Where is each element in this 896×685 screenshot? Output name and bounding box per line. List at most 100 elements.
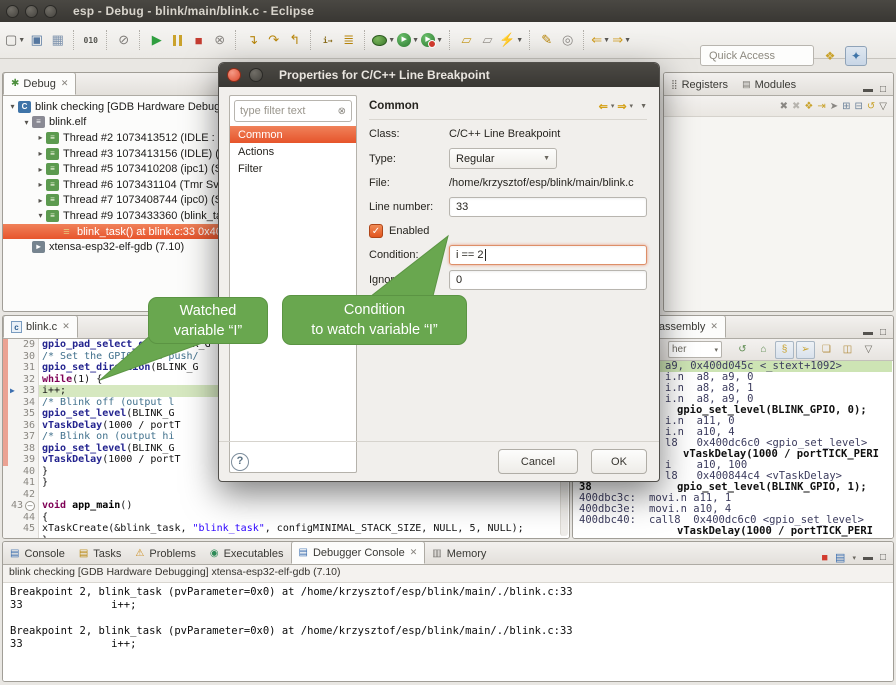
expander-icon[interactable]: ▸: [35, 133, 46, 142]
dialog-close-icon[interactable]: [227, 68, 241, 82]
open-folder-button[interactable]: ▱: [478, 29, 497, 51]
expander-icon[interactable]: ▾: [21, 118, 32, 127]
refresh-button[interactable]: ↺: [867, 101, 875, 112]
minimize-icon[interactable]: ▬: [863, 553, 873, 563]
chevron-down-icon[interactable]: ▾: [611, 102, 615, 110]
display-console-icon[interactable]: ▤: [835, 551, 845, 564]
maximize-icon[interactable]: □: [880, 328, 886, 338]
window-minimize-icon[interactable]: [25, 5, 38, 18]
chevron-down-icon[interactable]: ▾: [630, 102, 634, 110]
back-arrow-icon[interactable]: ⇐: [599, 100, 608, 113]
add-register-group-button[interactable]: ❖: [804, 101, 813, 112]
new-wizard-button[interactable]: ▢▼: [5, 29, 25, 51]
quick-access-input[interactable]: Quick Access: [700, 45, 814, 66]
open-perspective-icon[interactable]: ❖: [820, 47, 840, 65]
expander-icon[interactable]: ▸: [35, 165, 46, 174]
tab-modules[interactable]: ▤Modules: [735, 74, 803, 95]
tab-registers[interactable]: ⣿Registers: [664, 74, 735, 95]
save-all-button[interactable]: ▦: [48, 29, 67, 51]
minimize-icon[interactable]: ▬: [863, 85, 873, 95]
step-return-button[interactable]: ↰: [285, 29, 304, 51]
back-button[interactable]: ⇐▼: [591, 29, 610, 51]
location-combo[interactable]: her ▾: [668, 341, 722, 358]
remove-all-button[interactable]: ✖: [792, 101, 800, 112]
open-new-view-button[interactable]: ❏: [817, 341, 836, 359]
type-select[interactable]: Regular ▼: [449, 148, 557, 169]
debug-perspective-icon[interactable]: ✦: [845, 46, 867, 66]
console-output[interactable]: Breakpoint 2, blink_task (pvParameter=0x…: [3, 583, 893, 682]
disconnect-button[interactable]: ⊗: [210, 29, 229, 51]
tab-memory[interactable]: ▥Memory: [425, 543, 493, 564]
step-over-button[interactable]: ↷: [264, 29, 283, 51]
maximize-icon[interactable]: □: [880, 553, 886, 563]
expander-icon[interactable]: ▸: [35, 196, 46, 205]
track-expression-button[interactable]: ➢: [796, 341, 815, 359]
view-menu-icon[interactable]: ▼: [640, 103, 647, 110]
tab-executables[interactable]: ◉Executables: [203, 543, 291, 564]
condition-input[interactable]: i == 2: [449, 245, 647, 265]
ok-button[interactable]: OK: [591, 449, 647, 474]
binary-button[interactable]: 010: [81, 29, 100, 51]
close-icon[interactable]: ✕: [61, 78, 69, 89]
show-console-button[interactable]: ≣: [339, 29, 358, 51]
forward-button[interactable]: ⇒▼: [612, 29, 631, 51]
tab-blink-c[interactable]: c blink.c ✕: [3, 315, 78, 338]
help-button[interactable]: ?: [231, 453, 249, 471]
dialog-nav-actions[interactable]: Actions: [230, 143, 356, 160]
tab-console[interactable]: ▤Console: [3, 543, 72, 564]
external-tools-button[interactable]: ▶▼: [421, 29, 443, 51]
save-button[interactable]: ▣: [27, 29, 46, 51]
maximize-icon[interactable]: □: [880, 85, 886, 95]
cancel-button[interactable]: Cancel: [498, 449, 578, 474]
refresh-view-button[interactable]: ↺: [733, 341, 752, 359]
tab-debugger-console[interactable]: ▤Debugger Console✕: [291, 541, 426, 564]
instruction-stepping-button[interactable]: i→: [318, 29, 337, 51]
fold-icon[interactable]: –: [25, 501, 35, 511]
terminate-button[interactable]: ■: [189, 29, 208, 51]
collapse-all-button[interactable]: ⊟: [855, 101, 863, 112]
close-icon[interactable]: ✕: [62, 321, 70, 332]
expander-icon[interactable]: ▾: [35, 211, 46, 220]
flash-button[interactable]: ⚡▼: [499, 29, 523, 51]
view-menu-button[interactable]: ▽: [859, 341, 878, 359]
resume-button[interactable]: ▶: [147, 29, 166, 51]
minimize-icon[interactable]: ▬: [863, 328, 873, 338]
view-menu-button[interactable]: ▽: [879, 101, 887, 112]
remove-selected-button[interactable]: ✖: [780, 101, 788, 112]
debug-button[interactable]: ▼: [372, 29, 395, 51]
close-icon[interactable]: ✕: [410, 547, 418, 558]
tab-debug[interactable]: ✱ Debug ✕: [3, 72, 76, 95]
expander-icon[interactable]: ▸: [35, 149, 46, 158]
line-number-input[interactable]: 33: [449, 197, 647, 217]
breakpoint-icon[interactable]: ▶: [10, 386, 15, 395]
skip-all-breakpoints-button[interactable]: ⊘: [114, 29, 133, 51]
clear-filter-icon[interactable]: ⊗: [338, 106, 346, 117]
step-into-button[interactable]: ↴: [243, 29, 262, 51]
home-button[interactable]: ⌂: [754, 341, 773, 359]
enabled-checkbox[interactable]: ✓: [369, 224, 383, 238]
run-button[interactable]: ▶▼: [397, 29, 419, 51]
show-source-button[interactable]: §: [775, 341, 794, 359]
expander-icon[interactable]: ▾: [7, 102, 18, 111]
expander-icon[interactable]: ▸: [35, 180, 46, 189]
window-close-icon[interactable]: [6, 5, 19, 18]
dialog-nav-filter[interactable]: Filter: [230, 160, 356, 177]
pointer-mode-button[interactable]: ➤: [830, 101, 838, 112]
dialog-minimize-icon[interactable]: [249, 68, 263, 82]
tab-problems[interactable]: ⚠Problems: [128, 543, 202, 564]
pin-editor-button[interactable]: ◎: [558, 29, 577, 51]
suspend-button[interactable]: [168, 29, 187, 51]
last-edit-location-button[interactable]: ✎: [537, 29, 556, 51]
filter-input[interactable]: type filter text ⊗: [234, 100, 352, 122]
expand-all-button[interactable]: ⊞: [842, 101, 850, 112]
export-registers-button[interactable]: ⇥: [817, 101, 825, 112]
terminate-console-icon[interactable]: ■: [821, 552, 828, 564]
pin-view-button[interactable]: ◫: [838, 341, 857, 359]
ignore-count-input[interactable]: 0: [449, 270, 647, 290]
chevron-down-icon[interactable]: ▾: [852, 554, 856, 562]
close-icon[interactable]: ✕: [710, 321, 718, 332]
tab-tasks[interactable]: ▤Tasks: [72, 543, 129, 564]
window-maximize-icon[interactable]: [44, 5, 57, 18]
dialog-nav-common[interactable]: Common: [230, 126, 356, 143]
open-gold-folder-button[interactable]: ▱: [457, 29, 476, 51]
